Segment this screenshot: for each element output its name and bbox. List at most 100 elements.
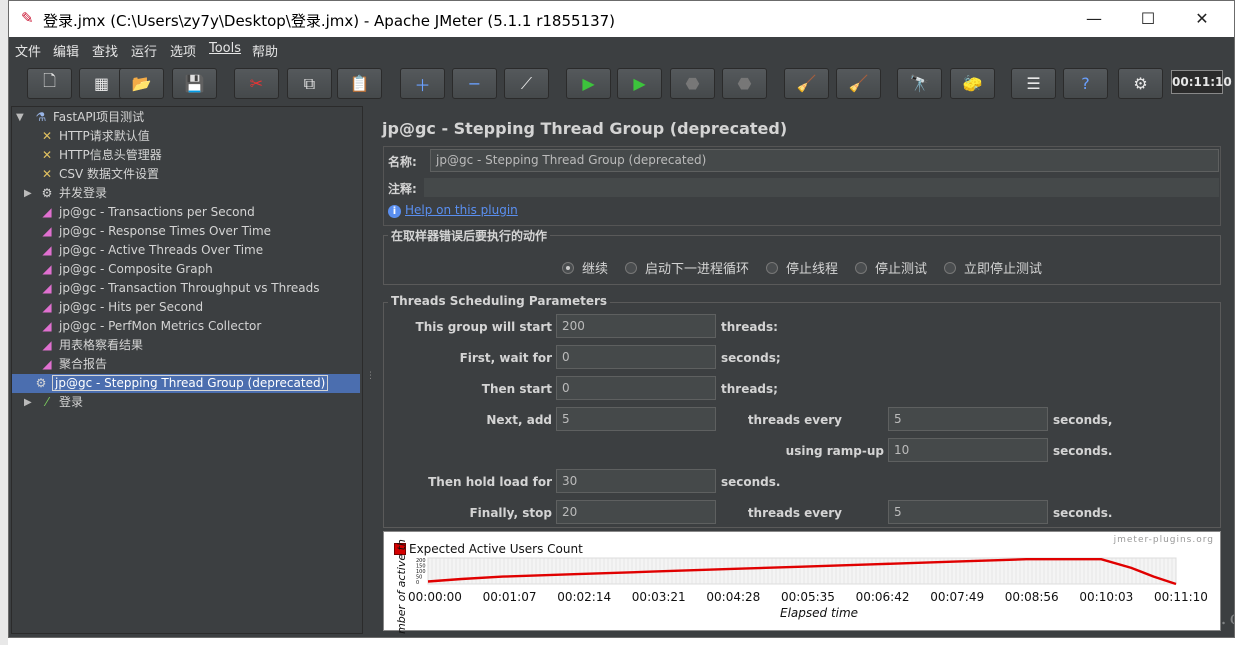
comment-input[interactable]: [424, 178, 1219, 197]
help-button[interactable]: ?: [1063, 68, 1108, 99]
tree-node[interactable]: ✕ HTTP请求默认值: [38, 127, 150, 146]
name-input[interactable]: jp@gc - Stepping Thread Group (deprecate…: [430, 149, 1219, 172]
toggle-button[interactable]: ⟋: [504, 68, 549, 99]
tree-node[interactable]: ⚙ 并发登录: [38, 184, 107, 203]
stop-input[interactable]: 20: [556, 500, 716, 524]
help-link-text[interactable]: Help on this plugin: [405, 203, 518, 217]
tree-node[interactable]: ◢ jp@gc - Transactions per Second: [38, 203, 254, 222]
tree-node[interactable]: ⁄ 登录: [38, 393, 83, 412]
clear-all-button[interactable]: 🧹: [836, 68, 881, 99]
tree-expander-icon[interactable]: ▼: [16, 112, 24, 123]
graph-icon: ◢: [42, 224, 52, 238]
tree-node[interactable]: ◢ jp@gc - Response Times Over Time: [38, 222, 271, 241]
hold-unit: seconds.: [721, 475, 781, 489]
next-every-input[interactable]: 5: [888, 407, 1048, 431]
save-button[interactable]: 💾: [172, 68, 217, 99]
pane-splitter[interactable]: ⋮⋮: [364, 106, 384, 634]
templates-button[interactable]: ▦: [79, 68, 124, 99]
start-no-timers-button[interactable]: ▶: [617, 68, 662, 99]
wait-seconds-input[interactable]: 0: [556, 345, 716, 369]
collapse-button[interactable]: −: [452, 68, 497, 99]
threads-scheduling-title: Threads Scheduling Parameters: [388, 294, 611, 308]
menu-options[interactable]: 选项: [170, 41, 196, 60]
next-every-label: threads every: [747, 413, 842, 427]
menu-tools[interactable]: Tools: [209, 41, 241, 56]
reset-search-button[interactable]: 🧽: [950, 68, 995, 99]
tree-node[interactable]: ✕ CSV 数据文件设置: [38, 165, 159, 184]
tree-node[interactable]: ◢ 聚合报告: [38, 355, 107, 374]
shutdown-button[interactable]: ⬣: [722, 68, 767, 99]
menu-run[interactable]: 运行: [131, 41, 157, 60]
expand-icon: ＋: [414, 75, 431, 95]
tree-node[interactable]: ⚗ FastAPI项目测试: [32, 108, 145, 127]
search-button[interactable]: 🔭: [897, 68, 942, 99]
start-threads-input[interactable]: 200: [556, 314, 716, 338]
menu-search[interactable]: 查找: [92, 41, 118, 60]
stop-button[interactable]: ⬣: [670, 68, 715, 99]
tree-expander-icon[interactable]: ▶: [24, 397, 32, 408]
new-icon: 🗋: [43, 71, 56, 90]
hold-input[interactable]: 30: [556, 469, 716, 493]
radio-continue[interactable]: 继续: [562, 258, 608, 277]
title-bar[interactable]: ✎ 登录.jmx (C:\Users\zy7y\Desktop\登录.jmx) …: [9, 1, 1234, 37]
remote-icon: ⚙: [1133, 74, 1148, 93]
tree-node-label: HTTP请求默认值: [59, 129, 150, 143]
new-button[interactable]: 🗋: [27, 68, 72, 99]
open-button[interactable]: 📂: [119, 68, 164, 99]
ramp-up-input[interactable]: 10: [888, 438, 1048, 462]
next-add-label: Next, add: [486, 413, 552, 427]
x-tick-label: 00:11:10: [1154, 590, 1208, 604]
then-start-input[interactable]: 0: [556, 376, 716, 400]
gear-icon: ⚙: [35, 376, 47, 390]
help-link[interactable]: i Help on this plugin: [388, 203, 518, 218]
tree-node[interactable]: ◢ jp@gc - Active Threads Over Time: [38, 241, 263, 260]
tree-node[interactable]: ◢ jp@gc - Transaction Throughput vs Threa…: [38, 279, 319, 298]
tree-node[interactable]: ⚙ jp@gc - Stepping Thread Group (deprecat…: [12, 374, 360, 393]
tree-node[interactable]: ◢ jp@gc - Hits per Second: [38, 298, 203, 317]
expand-button[interactable]: ＋: [400, 68, 445, 99]
tree-node-label: 用表格察看结果: [59, 338, 144, 352]
radio-next-loop[interactable]: 启动下一进程循环: [625, 258, 749, 277]
start-button[interactable]: ▶: [566, 68, 611, 99]
clear-button[interactable]: 🧹: [784, 68, 829, 99]
minimize-button[interactable]: —: [1071, 1, 1117, 37]
remote-button[interactable]: ⚙: [1118, 68, 1163, 99]
function-helper-button[interactable]: ☰: [1011, 68, 1056, 99]
tree-expander-icon[interactable]: ▶: [24, 188, 32, 199]
radio-stop-test-label: 停止测试: [875, 262, 928, 277]
name-label: 名称:: [388, 155, 417, 169]
wrench-icon: ✕: [41, 129, 53, 143]
tree-node[interactable]: ✕ HTTP信息头管理器: [38, 146, 162, 165]
stop-unit: seconds.: [1053, 506, 1113, 520]
threads-scheduling-group: Threads Scheduling Parameters This group…: [383, 294, 1221, 528]
then-start-label: Then start: [481, 382, 552, 396]
stop-every-input[interactable]: 5: [888, 500, 1048, 524]
graph-icon: ◢: [42, 357, 52, 371]
panel-title: jp@gc - Stepping Thread Group (deprecate…: [382, 119, 788, 138]
menu-help[interactable]: 帮助: [252, 41, 278, 60]
tree-node[interactable]: ◢ 用表格察看结果: [38, 336, 143, 355]
tree-node[interactable]: ◢ jp@gc - Composite Graph: [38, 260, 212, 279]
menu-edit[interactable]: 编辑: [53, 41, 79, 60]
x-tick-label: 00:08:56: [1004, 590, 1059, 604]
radio-stop-test[interactable]: 停止测试: [855, 258, 927, 277]
menu-file[interactable]: 文件: [15, 41, 41, 60]
y-tick-label: 0: [416, 580, 419, 586]
maximize-button[interactable]: ☐: [1125, 1, 1171, 37]
paste-button[interactable]: 📋: [337, 68, 382, 99]
graph-icon: ◢: [42, 338, 52, 352]
tree-node-label: jp@gc - Stepping Thread Group (deprecate…: [51, 375, 329, 391]
name-comment-box: 名称: jp@gc - Stepping Thread Group (depre…: [383, 146, 1221, 226]
radio-stop-now[interactable]: 立即停止测试: [944, 258, 1042, 277]
next-add-input[interactable]: 5: [556, 407, 716, 431]
start-label: This group will start: [415, 320, 552, 334]
tree-node[interactable]: ◢ jp@gc - PerfMon Metrics Collector: [38, 317, 261, 336]
close-button[interactable]: ✕: [1179, 1, 1225, 37]
radio-stop-thread[interactable]: 停止线程: [766, 258, 838, 277]
radio-continue-label: 继续: [582, 262, 609, 277]
graph-icon: ◢: [42, 243, 52, 257]
test-plan-tree[interactable]: ▼ ⚗ FastAPI项目测试 ✕ HTTP请求默认值 ✕ HTTP信息头管理器 ✕ CSV 数…: [11, 106, 363, 634]
copy-button[interactable]: ⧉: [287, 68, 332, 99]
gear-icon: ⚙: [41, 186, 53, 200]
cut-button[interactable]: ✂: [234, 68, 279, 99]
